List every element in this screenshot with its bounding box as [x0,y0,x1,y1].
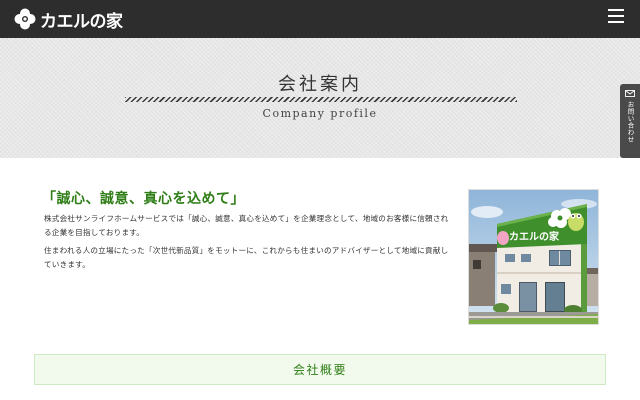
site-header: カエルの家 [0,0,640,38]
office-building-photo: カエルの家 [468,189,599,325]
building-illustration: カエルの家 [469,190,598,324]
photo-sign-text: カエルの家 [509,230,560,243]
section-title: 会社概要 [292,363,347,377]
company-overview-header: 会社概要 [34,354,606,385]
page-subtitle: Company profile [262,107,378,120]
mail-icon [625,90,635,97]
menu-line [608,9,624,11]
clover-icon [14,8,36,30]
menu-line [608,15,624,17]
page-hero: 会社案内 Company profile [0,38,640,158]
menu-line [608,21,624,23]
hamburger-menu-icon[interactable] [608,9,624,23]
logo-text: カエルの家 [40,11,123,32]
intro-paragraph: 住まわれる人の立場にたった「次世代新品質」をモットーに、これからも住まいのアドバ… [44,246,449,269]
contact-side-tab[interactable]: お問い合わせ [620,84,640,158]
intro-section: 「誠心、誠意、真心を込めて」 株式会社サンライフホームサービスでは「誠心、誠意、… [42,188,454,272]
hero-divider [125,97,517,102]
page-title: 会社案内 [278,74,362,95]
site-logo[interactable]: カエルの家 [13,0,123,38]
intro-paragraph: 株式会社サンライフホームサービスでは「誠心、誠意、真心を込めて」を企業理念として… [44,214,449,237]
catchphrase: 「誠心、誠意、真心を込めて」 [42,191,245,207]
contact-tab-label: お問い合わせ [626,101,634,143]
